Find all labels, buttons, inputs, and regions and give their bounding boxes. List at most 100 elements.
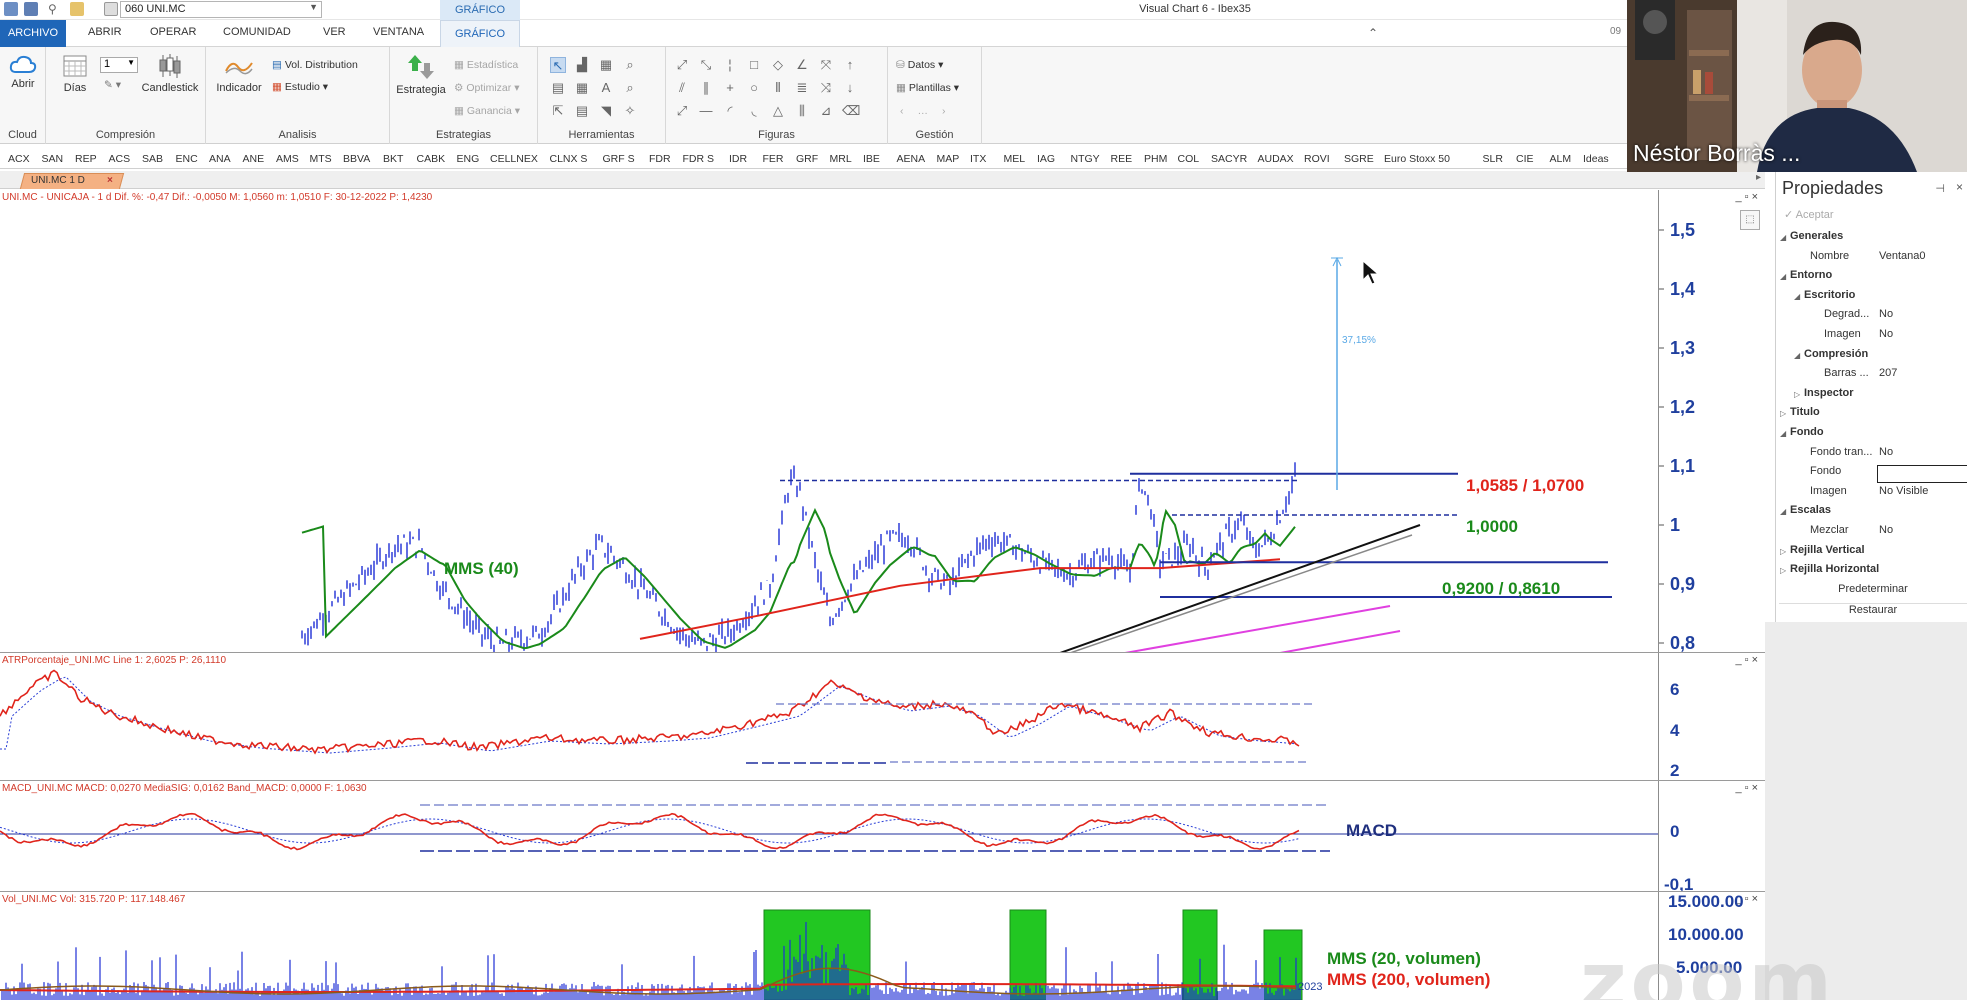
collapse-icon[interactable]: ◢: [1780, 233, 1786, 242]
property-row[interactable]: ◢ Compresión: [1776, 348, 1967, 367]
vline-figure-icon[interactable]: ¦: [722, 57, 738, 73]
symbol-shortcut[interactable]: FDR S: [683, 153, 715, 165]
property-row[interactable]: ◢ Entorno: [1776, 269, 1967, 288]
angle-figure-icon[interactable]: ∠: [794, 57, 810, 73]
symbol-shortcut[interactable]: AUDAX: [1258, 153, 1294, 165]
symbol-shortcut[interactable]: COL: [1178, 153, 1200, 165]
symbol-shortcut[interactable]: GRF: [796, 153, 818, 165]
circle-figure-icon[interactable]: ○: [746, 80, 762, 96]
property-row[interactable]: Degrad... No: [1776, 308, 1967, 327]
indicator-button[interactable]: Indicador: [214, 53, 264, 94]
fan-figure-icon[interactable]: ⤧: [818, 57, 834, 73]
candlestick-button[interactable]: Candlestick: [138, 53, 202, 94]
symbol-shortcut[interactable]: BKT: [383, 153, 403, 165]
collapse-icon[interactable]: ◢: [1794, 292, 1800, 301]
pin-icon[interactable]: ⊣: [1935, 182, 1945, 195]
text-tool-icon[interactable]: A: [598, 80, 614, 96]
parallel-figure-icon[interactable]: ∥: [698, 80, 714, 96]
arrow-down-figure-icon[interactable]: ↓: [842, 80, 858, 96]
collapse-icon[interactable]: ◢: [1780, 507, 1786, 516]
property-row[interactable]: Imagen No Visible: [1776, 485, 1967, 504]
symbol-shortcut[interactable]: ENC: [176, 153, 198, 165]
symbol-shortcut[interactable]: SACYR: [1211, 153, 1247, 165]
days-button[interactable]: Días: [58, 53, 92, 94]
strategy-button[interactable]: Estrategia: [394, 53, 448, 96]
collapse-icon[interactable]: ◢: [1780, 429, 1786, 438]
statistics-button[interactable]: ▦ Estadística: [454, 59, 518, 71]
property-row[interactable]: ◢ Generales: [1776, 230, 1967, 249]
chevron-down-icon[interactable]: ▼: [309, 2, 318, 12]
symbol-shortcut[interactable]: GRF S: [603, 153, 635, 165]
cursor-tool-icon[interactable]: ↖: [550, 57, 566, 73]
bars-figure-icon[interactable]: ⫼: [794, 103, 810, 119]
property-row[interactable]: Mezclar No: [1776, 524, 1967, 543]
property-row[interactable]: ▷ Inspector: [1776, 387, 1967, 406]
pause-figure-icon[interactable]: ⦀: [770, 80, 786, 96]
nav-arrows-icon[interactable]: ‹…›: [900, 105, 960, 117]
layout-icon[interactable]: [24, 2, 38, 16]
panel-window-controls[interactable]: _▫×: [1736, 654, 1761, 666]
wedge-figure-icon[interactable]: ⊿: [818, 103, 834, 119]
grid-tool-icon[interactable]: ▦: [598, 57, 614, 73]
symbol-input[interactable]: 060 UNI.MC ▼: [120, 1, 322, 18]
optimize-button[interactable]: ⚙ Optimizar ▾: [454, 82, 519, 94]
folder-icon[interactable]: [70, 2, 84, 16]
panel-window-controls[interactable]: _▫×: [1736, 191, 1761, 203]
symbol-shortcut[interactable]: ACS: [109, 153, 131, 165]
symbol-shortcut[interactable]: REE: [1111, 153, 1133, 165]
symbol-shortcut[interactable]: CLNX S: [550, 153, 588, 165]
fibo-figure-icon[interactable]: ≣: [794, 80, 810, 96]
property-row[interactable]: ◢ Escritorio: [1776, 289, 1967, 308]
symbol-shortcut[interactable]: MRL: [830, 153, 852, 165]
magic-tool-icon[interactable]: ✧: [622, 103, 638, 119]
fit-tool-icon[interactable]: ⇱: [550, 103, 566, 119]
tab-ver[interactable]: VER: [323, 26, 346, 38]
symbol-shortcut[interactable]: AMS: [276, 153, 299, 165]
data-button[interactable]: ⛁ Datos ▾: [896, 59, 943, 71]
restore-button[interactable]: Restaurar: [1779, 603, 1967, 621]
property-row[interactable]: ◢ Fondo: [1776, 426, 1967, 445]
gann-figure-icon[interactable]: ⤨: [818, 80, 834, 96]
collapse-ribbon-icon[interactable]: ⌃: [1368, 26, 1378, 40]
symbol-shortcut[interactable]: ENG: [457, 153, 480, 165]
tab-ventana[interactable]: VENTANA: [373, 26, 424, 38]
property-row[interactable]: Fondo tran... No: [1776, 446, 1967, 465]
arrow-up-figure-icon[interactable]: ↑: [842, 57, 858, 73]
cross-figure-icon[interactable]: +: [722, 80, 738, 96]
eraser-figure-icon[interactable]: ⌫: [842, 103, 860, 119]
ray-figure-icon[interactable]: ⤡: [698, 57, 714, 73]
pencil-icon[interactable]: ✎ ▾: [104, 79, 121, 91]
pin-icon[interactable]: ⚲: [48, 2, 62, 16]
channel-figure-icon[interactable]: ⫽: [674, 80, 690, 96]
chart-tab-uni[interactable]: UNI.MC 1 D ×: [19, 173, 125, 189]
symbol-shortcut[interactable]: ACX: [8, 153, 30, 165]
compression-value-input[interactable]: 1 ▼: [100, 57, 138, 73]
table-tool-icon[interactable]: ▤: [550, 80, 566, 96]
symbol-shortcut[interactable]: IAG: [1037, 153, 1055, 165]
symbol-shortcut[interactable]: ALM: [1550, 153, 1572, 165]
symbol-shortcut[interactable]: PHM: [1144, 153, 1167, 165]
table-icon[interactable]: [104, 2, 118, 16]
property-row[interactable]: Nombre Ventana0: [1776, 250, 1967, 269]
curve-figure-icon[interactable]: ◟: [746, 103, 762, 119]
fondo-color-box[interactable]: [1877, 465, 1967, 483]
property-row[interactable]: ◢ Escalas: [1776, 504, 1967, 523]
hline-figure-icon[interactable]: —: [698, 103, 714, 119]
collapse-icon[interactable]: ◢: [1794, 351, 1800, 360]
arc-figure-icon[interactable]: ◜: [722, 103, 738, 119]
open-cloud-button[interactable]: Abrir: [3, 53, 43, 90]
close-icon[interactable]: ×: [107, 174, 113, 188]
chart-tool-icon[interactable]: ▟: [574, 57, 590, 73]
symbol-shortcut[interactable]: ITX: [970, 153, 986, 165]
expand-icon[interactable]: ▷: [1780, 547, 1786, 556]
diagonal-figure-icon[interactable]: ⤢: [674, 103, 690, 119]
property-row[interactable]: ▷ Rejilla Vertical: [1776, 544, 1967, 563]
expand-icon[interactable]: ▷: [1794, 390, 1800, 399]
symbol-shortcut[interactable]: SLR: [1483, 153, 1503, 165]
symbol-shortcut[interactable]: NTGY: [1071, 153, 1100, 165]
zoom-box-icon[interactable]: ⬚: [1740, 210, 1760, 230]
tab-operar[interactable]: OPERAR: [150, 26, 196, 38]
close-icon[interactable]: ×: [1956, 180, 1963, 194]
templates-button[interactable]: ▦ Plantillas ▾: [896, 82, 959, 94]
list-tool-icon[interactable]: ▤: [574, 103, 590, 119]
